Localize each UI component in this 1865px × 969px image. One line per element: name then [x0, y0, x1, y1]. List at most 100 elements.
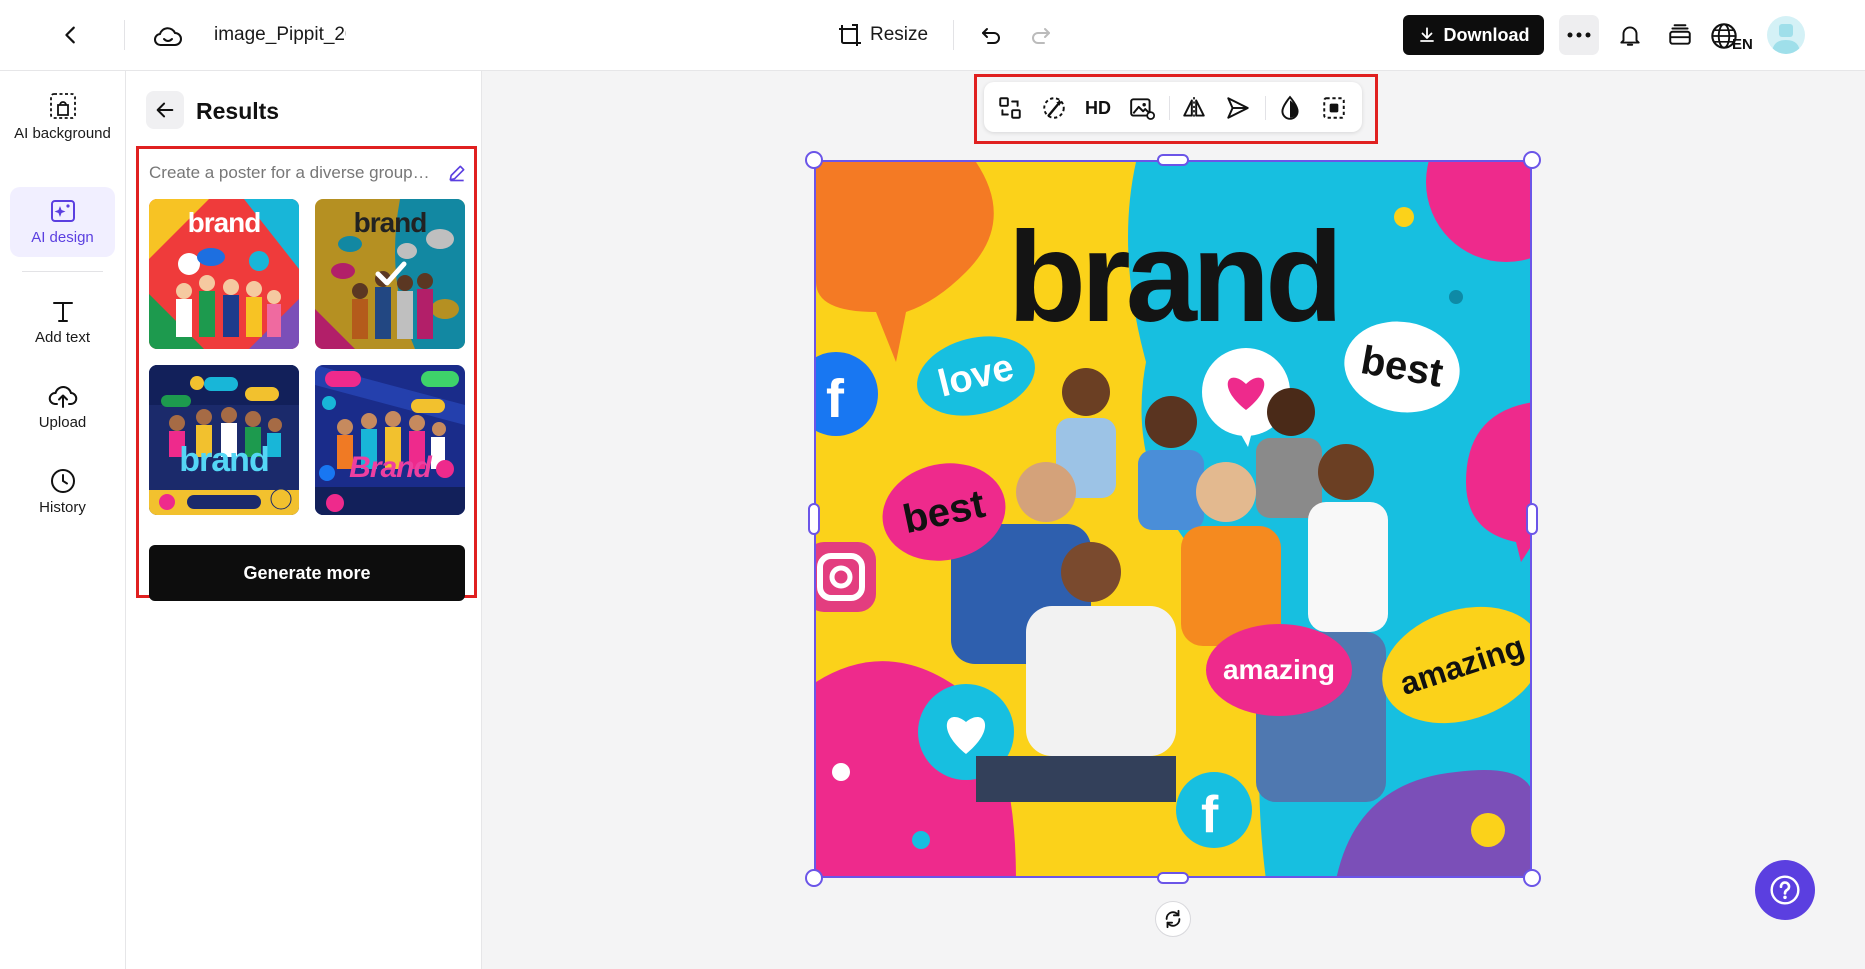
resize-label: Resize [870, 24, 929, 45]
more-horizontal-icon [1567, 32, 1591, 38]
resize-icon [839, 24, 861, 46]
rail-item-ai-design[interactable]: AI design [10, 187, 115, 257]
resize-button[interactable]: Resize [838, 18, 928, 52]
thumbnail-title: brand [353, 207, 428, 238]
rail-item-add-text[interactable]: Add text [10, 293, 115, 357]
canvas-toolbar: HD [984, 82, 1362, 132]
resize-handle-bottom-right[interactable] [1523, 869, 1541, 887]
hd-upscale-button[interactable]: HD [1081, 91, 1115, 125]
focus-frame-icon [1323, 97, 1345, 119]
panel-title: Results [196, 98, 280, 124]
thumbnail-title: brand [187, 207, 262, 238]
more-options-button[interactable] [1559, 15, 1599, 55]
resize-handle-left[interactable] [808, 503, 820, 535]
thumbnail-art [315, 365, 465, 515]
svg-text:f: f [826, 369, 845, 429]
amazing-bubble-text: amazing [1395, 627, 1529, 702]
layers-button[interactable] [1662, 17, 1698, 53]
amazing-bubble-center[interactable]: amazing [1206, 624, 1352, 716]
prompt-text: Create a poster for a diverse group of y… [149, 163, 434, 182]
chevron-left-icon [65, 26, 75, 44]
ai-background-icon [49, 93, 76, 119]
flip-button[interactable] [1177, 91, 1211, 125]
question-mark-icon [1770, 875, 1800, 905]
crop-focus-button[interactable] [1317, 91, 1351, 125]
redo-button[interactable] [1025, 20, 1057, 52]
avatar[interactable] [1767, 16, 1805, 54]
cloud-icon [154, 27, 182, 46]
edit-pencil-icon[interactable] [447, 163, 467, 183]
undo-icon [982, 28, 1000, 44]
divider [124, 20, 125, 50]
rail-item-ai-background[interactable]: AI background [10, 89, 115, 165]
help-button[interactable] [1755, 860, 1815, 920]
upload-icon [48, 386, 77, 408]
amazing-bubble-text: amazing [1222, 654, 1336, 685]
resize-handle-top[interactable] [1157, 154, 1189, 166]
result-thumbnail-2[interactable]: brand [315, 199, 465, 349]
prompt-field[interactable]: Create a poster for a diverse group of y… [149, 159, 467, 187]
magic-wand-icon [1043, 97, 1065, 119]
generate-more-button[interactable]: Generate more [149, 545, 465, 601]
thumbnail-title: brand [179, 441, 269, 479]
top-bar: image_Pippit_2025 Resize Download EN [0, 0, 1865, 71]
send-button[interactable] [1221, 91, 1255, 125]
opacity-button[interactable] [1273, 91, 1307, 125]
user-avatar-icon [1772, 24, 1800, 54]
text-icon [52, 302, 73, 322]
love-bubble-text: love [933, 345, 1018, 406]
image-edit-icon [1130, 98, 1155, 120]
poster-selection[interactable]: f f brand love best best amazing amazing [805, 151, 1541, 887]
notifications-button[interactable] [1612, 17, 1648, 53]
rail-item-history[interactable]: History [10, 463, 115, 527]
download-button[interactable]: Download [1403, 15, 1544, 55]
undo-button[interactable] [975, 20, 1007, 52]
magic-eraser-button[interactable] [1037, 91, 1071, 125]
ai-design-icon [50, 200, 75, 222]
best-bubble-text: best [1357, 337, 1447, 396]
replace-icon [999, 97, 1021, 119]
flip-horizontal-icon [1183, 97, 1205, 119]
toolbar-divider [1169, 96, 1170, 120]
result-thumbnail-1[interactable]: brand [149, 199, 299, 349]
download-label: Download [1443, 24, 1530, 45]
drop-icon [1281, 95, 1299, 120]
replace-button[interactable] [993, 91, 1027, 125]
file-name-input[interactable]: image_Pippit_2025 [214, 24, 346, 46]
results-panel: Results Create a poster for a diverse gr… [126, 71, 482, 969]
resize-handle-bottom-left[interactable] [805, 869, 823, 887]
result-thumbnail-4[interactable]: Brand [315, 365, 465, 515]
best-bubble-text: best [899, 481, 989, 542]
language-button[interactable]: EN [1710, 18, 1754, 54]
left-rail: AI background AI design Add text Upload … [0, 71, 126, 969]
history-icon [50, 469, 75, 493]
download-icon [1419, 27, 1434, 42]
rail-item-label: AI background [14, 125, 111, 142]
arrow-left-icon [156, 102, 174, 118]
back-button[interactable] [56, 20, 86, 50]
panel-back-button[interactable] [146, 91, 184, 129]
rail-item-label: Upload [38, 414, 87, 431]
rail-item-label: History [39, 499, 86, 516]
language-code: EN [1732, 36, 1753, 53]
rail-item-upload[interactable]: Upload [10, 378, 115, 442]
results-highlight-box: Create a poster for a diverse group of y… [136, 146, 477, 601]
resize-handle-top-left[interactable] [805, 151, 823, 169]
send-arrow-icon [1227, 97, 1249, 119]
resize-handle-right[interactable] [1526, 503, 1538, 535]
rotate-icon [1165, 909, 1181, 929]
resize-handle-bottom[interactable] [1157, 872, 1189, 884]
cloud-save-button[interactable] [150, 20, 186, 52]
divider [953, 20, 954, 50]
resize-handle-top-right[interactable] [1523, 151, 1541, 169]
rail-item-label: Add text [34, 329, 91, 346]
thumbnail-title: Brand [349, 451, 432, 484]
thumbnail-art [149, 365, 299, 515]
rotate-button[interactable] [1155, 901, 1191, 937]
rail-divider [22, 271, 103, 272]
bell-icon [1620, 26, 1640, 46]
result-thumbnail-3[interactable]: brand [149, 365, 299, 515]
poster-canvas[interactable]: f f brand love best best amazing amazing [814, 160, 1532, 878]
image-retouch-button[interactable] [1125, 91, 1159, 125]
rail-item-label: AI design [31, 229, 94, 246]
